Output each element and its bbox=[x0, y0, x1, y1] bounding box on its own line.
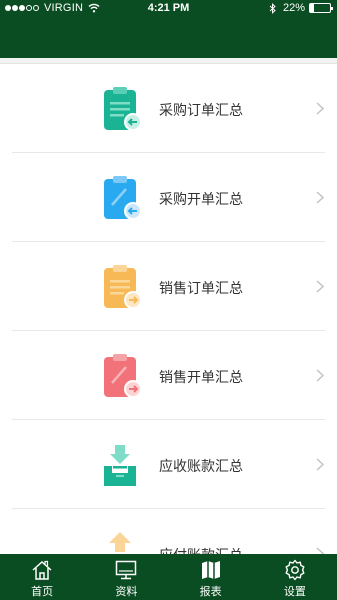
tab-settings[interactable]: 设置 bbox=[253, 554, 337, 600]
report-item-label: 采购订单汇总 bbox=[159, 103, 243, 119]
bluetooth-icon bbox=[269, 2, 276, 14]
tab-reports[interactable]: 报表 bbox=[169, 554, 253, 600]
tab-label: 资料 bbox=[115, 585, 138, 598]
battery-level bbox=[310, 4, 315, 12]
report-item-purchase-invoice-summary[interactable]: 采购开单汇总 bbox=[0, 153, 337, 242]
battery-percent: 22% bbox=[282, 2, 305, 14]
home-icon bbox=[32, 560, 52, 580]
clipboard-outgoing-icon bbox=[104, 265, 142, 309]
monitor-icon bbox=[116, 560, 137, 580]
chevron-right-icon bbox=[316, 458, 324, 471]
status-bar: VIRGIN 4:21 PM 22% bbox=[0, 0, 337, 18]
chevron-right-icon bbox=[316, 191, 324, 204]
tab-label: 设置 bbox=[283, 585, 306, 598]
chevron-right-icon bbox=[316, 102, 324, 115]
inbox-download-icon bbox=[104, 445, 136, 486]
chevron-right-icon bbox=[316, 369, 324, 382]
report-list[interactable]: 采购订单汇总 采购开单汇总 销售订单汇总 销售开单汇总 应收账款汇总 bbox=[0, 58, 337, 555]
report-item-label: 销售订单汇总 bbox=[159, 281, 243, 297]
report-item-purchase-order-summary[interactable]: 采购订单汇总 bbox=[0, 64, 337, 153]
gear-icon bbox=[285, 559, 305, 581]
report-item-label: 应收账款汇总 bbox=[159, 459, 243, 475]
report-item-payables-summary[interactable]: 应付账款汇总 bbox=[0, 509, 337, 555]
upload-icon bbox=[109, 532, 131, 552]
map-icon bbox=[201, 561, 220, 579]
battery-icon bbox=[309, 3, 333, 13]
tab-label: 报表 bbox=[199, 585, 222, 598]
header: VIRGIN 4:21 PM 22% bbox=[0, 0, 337, 58]
report-item-sales-order-summary[interactable]: 销售订单汇总 bbox=[0, 242, 337, 331]
tab-home[interactable]: 首页 bbox=[0, 554, 84, 600]
report-item-label: 采购开单汇总 bbox=[159, 192, 243, 208]
report-item-label: 销售开单汇总 bbox=[159, 370, 243, 386]
clipboard-incoming-icon bbox=[104, 176, 142, 220]
clipboard-outgoing-icon bbox=[104, 354, 142, 398]
tab-label: 首页 bbox=[31, 585, 54, 598]
tab-bar: 首页 资料 报表 设置 bbox=[0, 554, 337, 600]
tab-data[interactable]: 资料 bbox=[84, 554, 168, 600]
clipboard-incoming-icon bbox=[104, 87, 142, 131]
report-item-receivables-summary[interactable]: 应收账款汇总 bbox=[0, 420, 337, 509]
chevron-right-icon bbox=[316, 280, 324, 293]
report-item-sales-invoice-summary[interactable]: 销售开单汇总 bbox=[0, 331, 337, 420]
